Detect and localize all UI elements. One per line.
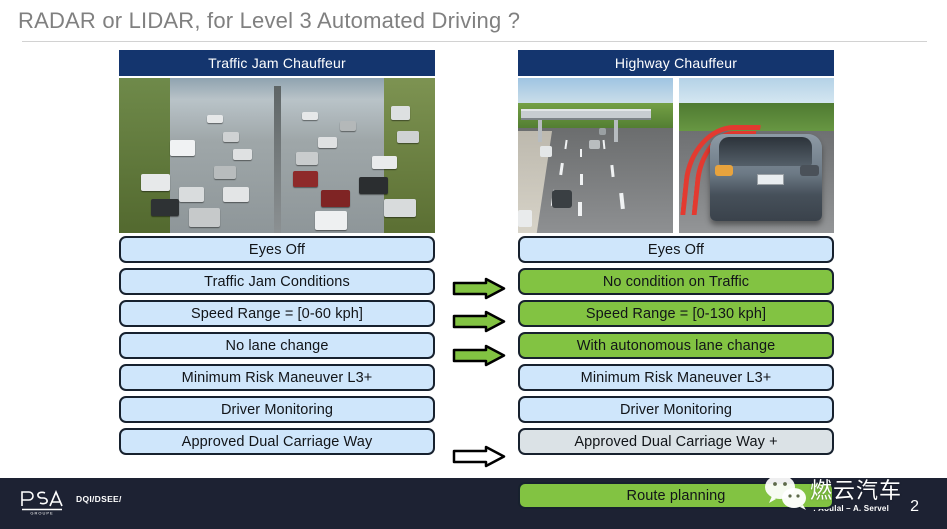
footer-department-code: DQI/DSEE/ xyxy=(76,494,122,504)
row-speed-range-left[interactable]: Speed Range = [0-60 kph] xyxy=(119,300,435,327)
row-driver-monitoring-right[interactable]: Driver Monitoring xyxy=(518,396,834,423)
title-divider xyxy=(22,41,927,42)
photo-strip-left xyxy=(119,78,435,233)
wechat-icon xyxy=(763,472,809,512)
row-minimum-risk-left[interactable]: Minimum Risk Maneuver L3+ xyxy=(119,364,435,391)
psa-groupe-logo: GROUPE xyxy=(19,487,65,515)
photo-strip-right xyxy=(518,78,834,233)
row-minimum-risk-right[interactable]: Minimum Risk Maneuver L3+ xyxy=(518,364,834,391)
row-no-condition-on-traffic[interactable]: No condition on Traffic xyxy=(518,268,834,295)
column-highway-chauffeur: Highway Chauffeur Eyes Off No condition … xyxy=(518,50,834,455)
row-no-lane-change[interactable]: No lane change xyxy=(119,332,435,359)
row-list-left: Eyes Off Traffic Jam Conditions Speed Ra… xyxy=(119,236,435,455)
row-autonomous-lane-change[interactable]: With autonomous lane change xyxy=(518,332,834,359)
arrow-speed-range-icon xyxy=(452,310,506,333)
row-carriage-way-right[interactable]: Approved Dual Carriage Way + xyxy=(518,428,834,455)
svg-text:GROUPE: GROUPE xyxy=(30,511,53,516)
row-eyes-off-left[interactable]: Eyes Off xyxy=(119,236,435,263)
open-highway-photo xyxy=(518,78,673,233)
column-header-right: Highway Chauffeur xyxy=(518,50,834,76)
row-list-right: Eyes Off No condition on Traffic Speed R… xyxy=(518,236,834,455)
arrow-traffic-condition-icon xyxy=(452,277,506,300)
row-speed-range-right[interactable]: Speed Range = [0-130 kph] xyxy=(518,300,834,327)
row-driver-monitoring-left[interactable]: Driver Monitoring xyxy=(119,396,435,423)
arrow-carriage-way-icon xyxy=(452,445,506,468)
watermark-text: 燃云汽车 xyxy=(810,479,903,504)
slide-canvas: RADAR or LIDAR, for Level 3 Automated Dr… xyxy=(0,0,947,529)
page-title: RADAR or LIDAR, for Level 3 Automated Dr… xyxy=(18,8,521,33)
row-eyes-off-right[interactable]: Eyes Off xyxy=(518,236,834,263)
traffic-jam-photo xyxy=(119,78,435,233)
column-header-left: Traffic Jam Chauffeur xyxy=(119,50,435,76)
column-traffic-jam-chauffeur: Traffic Jam Chauffeur Eyes Off Traffic J… xyxy=(119,50,435,455)
page-number: 2 xyxy=(910,498,919,515)
arrow-lane-change-icon xyxy=(452,344,506,367)
suv-lane-change-photo xyxy=(679,78,834,233)
row-traffic-jam-conditions[interactable]: Traffic Jam Conditions xyxy=(119,268,435,295)
row-carriage-way-left[interactable]: Approved Dual Carriage Way xyxy=(119,428,435,455)
